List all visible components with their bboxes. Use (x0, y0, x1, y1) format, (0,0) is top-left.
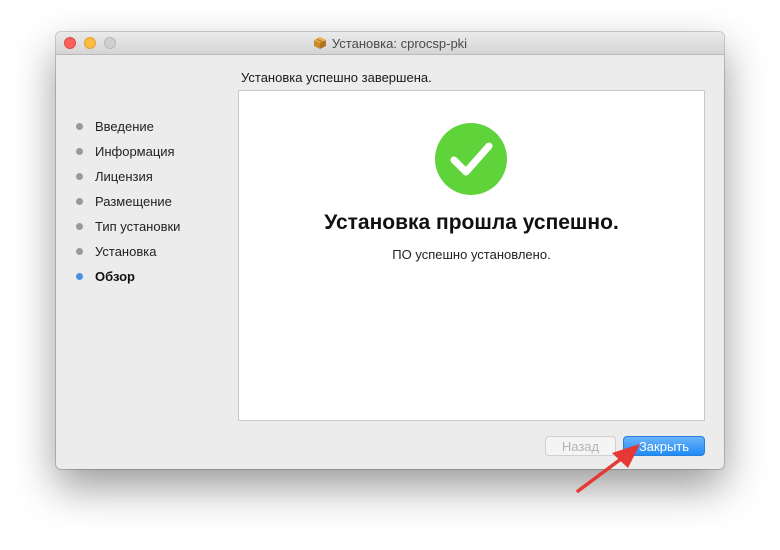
title-bar[interactable]: Установка: cprocsp-pki (56, 32, 724, 55)
installer-window: Установка: cprocsp-pki Установка успешно… (56, 32, 724, 469)
window-title-wrap: Установка: cprocsp-pki (56, 32, 724, 54)
sidebar-step-introduction: Введение (76, 114, 180, 139)
sidebar-step-installation-type: Тип установки (76, 214, 180, 239)
sidebar-step-destination: Размещение (76, 189, 180, 214)
success-title: Установка прошла успешно. (324, 211, 619, 234)
step-bullet-icon (76, 223, 83, 230)
step-bullet-icon (76, 198, 83, 205)
step-label: Размещение (95, 194, 172, 209)
step-bullet-icon (76, 248, 83, 255)
step-bullet-icon (76, 123, 83, 130)
window-title: Установка: cprocsp-pki (331, 35, 468, 51)
package-icon (313, 37, 326, 49)
sidebar-step-license: Лицензия (76, 164, 180, 189)
sidebar-step-information: Информация (76, 139, 180, 164)
sidebar-step-summary: Обзор (76, 264, 180, 289)
success-subtitle: ПО успешно установлено. (392, 247, 551, 262)
content-panel: Установка прошла успешно. ПО успешно уст… (238, 90, 705, 421)
installer-steps-sidebar: Введение Информация Лицензия Размещение … (76, 114, 180, 289)
step-bullet-icon (76, 273, 83, 280)
step-label: Лицензия (95, 169, 153, 184)
checkmark-success-icon (435, 123, 507, 195)
annotation-arrow-icon (576, 444, 640, 493)
step-label: Введение (95, 119, 154, 134)
step-bullet-icon (76, 148, 83, 155)
step-bullet-icon (76, 173, 83, 180)
step-label: Установка (95, 244, 157, 259)
step-label: Тип установки (95, 219, 181, 234)
step-label: Информация (95, 144, 175, 159)
installation-status-heading: Установка успешно завершена. (241, 70, 432, 85)
step-label: Обзор (95, 269, 135, 284)
sidebar-step-installation: Установка (76, 239, 180, 264)
